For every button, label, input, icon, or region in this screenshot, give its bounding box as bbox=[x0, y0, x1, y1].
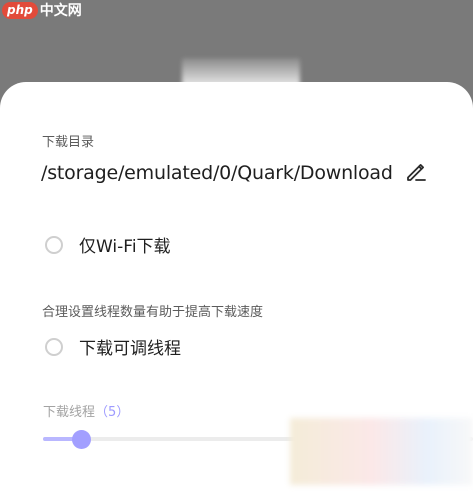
thread-count-label: 下载线程（5） bbox=[43, 401, 129, 420]
slider-thumb[interactable] bbox=[72, 430, 92, 449]
thread-count-close: ） bbox=[116, 405, 130, 420]
download-dir-path: /storage/emulated/0/Quark/Download bbox=[41, 162, 393, 184]
watermark-logo: php 中文网 bbox=[2, 0, 82, 20]
download-dir-label: 下载目录 bbox=[42, 135, 95, 150]
pencil-icon[interactable] bbox=[404, 160, 428, 184]
watermark-cn: 中文网 bbox=[39, 3, 82, 19]
thread-count-open: （ bbox=[95, 405, 109, 420]
adjustable-threads-label: 下载可调线程 bbox=[79, 339, 181, 359]
wifi-only-radio[interactable] bbox=[45, 235, 63, 254]
watermark-php: php bbox=[2, 1, 38, 19]
wifi-only-label: 仅Wi-Fi下载 bbox=[79, 237, 171, 257]
blurred-region-bottom bbox=[290, 418, 473, 485]
wifi-only-option[interactable]: 仅Wi-Fi下载 bbox=[45, 232, 171, 257]
thread-count-text: 下载线程 bbox=[43, 405, 96, 420]
threads-hint: 合理设置线程数量有助于提高下载速度 bbox=[42, 305, 264, 320]
adjustable-threads-option[interactable]: 下载可调线程 bbox=[45, 334, 181, 359]
adjustable-threads-radio[interactable] bbox=[45, 337, 63, 356]
